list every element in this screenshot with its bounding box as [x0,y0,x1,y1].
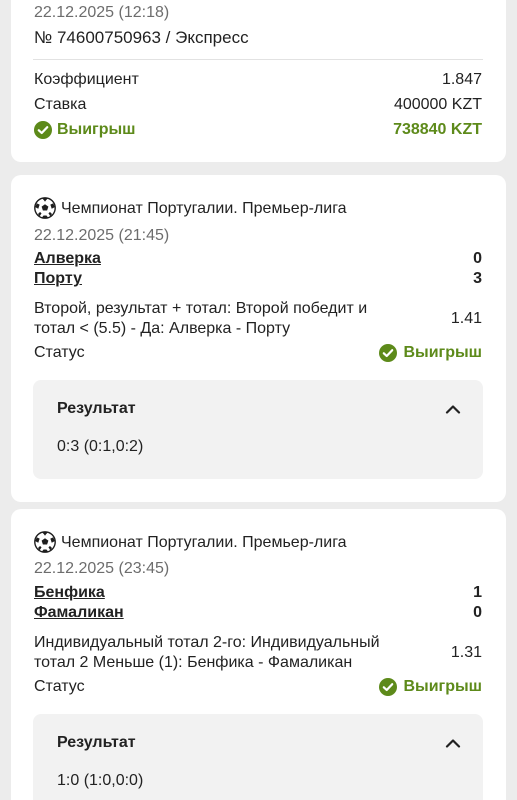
coef-label: Коэффициент [34,71,139,88]
market-line-2: тотал 2 Меньше (1): Бенфика - Фамаликан [34,654,353,671]
coef-value: 1.847 [441,71,482,88]
bet-summary-card: 22.12.2025 (12:18) № 74600750963 / Экспр… [11,0,506,162]
market-line-2: тотал < (5.5) - Да: Алверка - Порту [34,320,291,337]
odds-value: 1.31 [450,644,482,661]
result-score: 0:3 (0:1,0:2) [57,438,144,455]
soccer-ball-icon [34,531,56,553]
team-away-score: 3 [473,270,482,287]
result-panel: Результат 1:0 (1:0,0:0) [33,714,483,800]
event-datetime: 22.12.2025 (23:45) [34,560,170,577]
team-away[interactable]: Фамаликан [34,604,124,622]
result-title: Результат [57,400,136,417]
odds-value: 1.41 [450,310,482,327]
chevron-up-icon[interactable] [445,738,461,748]
team-away-score: 0 [473,604,482,621]
status-label: Статус [34,678,85,695]
check-circle-icon [379,678,397,696]
stake-label: Ставка [34,96,87,113]
bet-number: № 74600750963 / Экспресс [34,28,249,47]
team-home-score: 1 [473,584,482,601]
status-label: Статус [34,344,85,361]
league-name: Чемпионат Португалии. Премьер-лига [61,200,347,217]
status-value: Выигрыш [403,678,483,695]
bet-datetime: 22.12.2025 (12:18) [34,4,170,21]
win-label: Выигрыш [57,121,136,138]
event-card: Чемпионат Португалии. Премьер-лига 22.12… [11,509,506,800]
check-circle-icon [34,121,52,139]
result-title: Результат [57,734,136,751]
status-value: Выигрыш [403,344,483,361]
result-score: 1:0 (1:0,0:0) [57,772,144,789]
win-value: 738840 KZT [393,121,482,138]
team-home-score: 0 [473,250,482,267]
market-line-1: Второй, результат + тотал: Второй победи… [34,300,368,317]
market-line-1: Индивидуальный тотал 2-го: Индивидуальны… [34,634,380,651]
chevron-up-icon[interactable] [445,404,461,414]
soccer-ball-icon [34,197,56,219]
stake-value: 400000 KZT [393,96,482,113]
event-card: Чемпионат Португалии. Премьер-лига 22.12… [11,175,506,502]
event-datetime: 22.12.2025 (21:45) [34,227,170,244]
team-home[interactable]: Бенфика [34,584,105,602]
check-circle-icon [379,344,397,362]
league-name: Чемпионат Португалии. Премьер-лига [61,534,347,551]
team-home[interactable]: Алверка [34,250,101,268]
result-panel: Результат 0:3 (0:1,0:2) [33,380,483,479]
divider [33,59,483,60]
team-away[interactable]: Порту [34,270,82,288]
